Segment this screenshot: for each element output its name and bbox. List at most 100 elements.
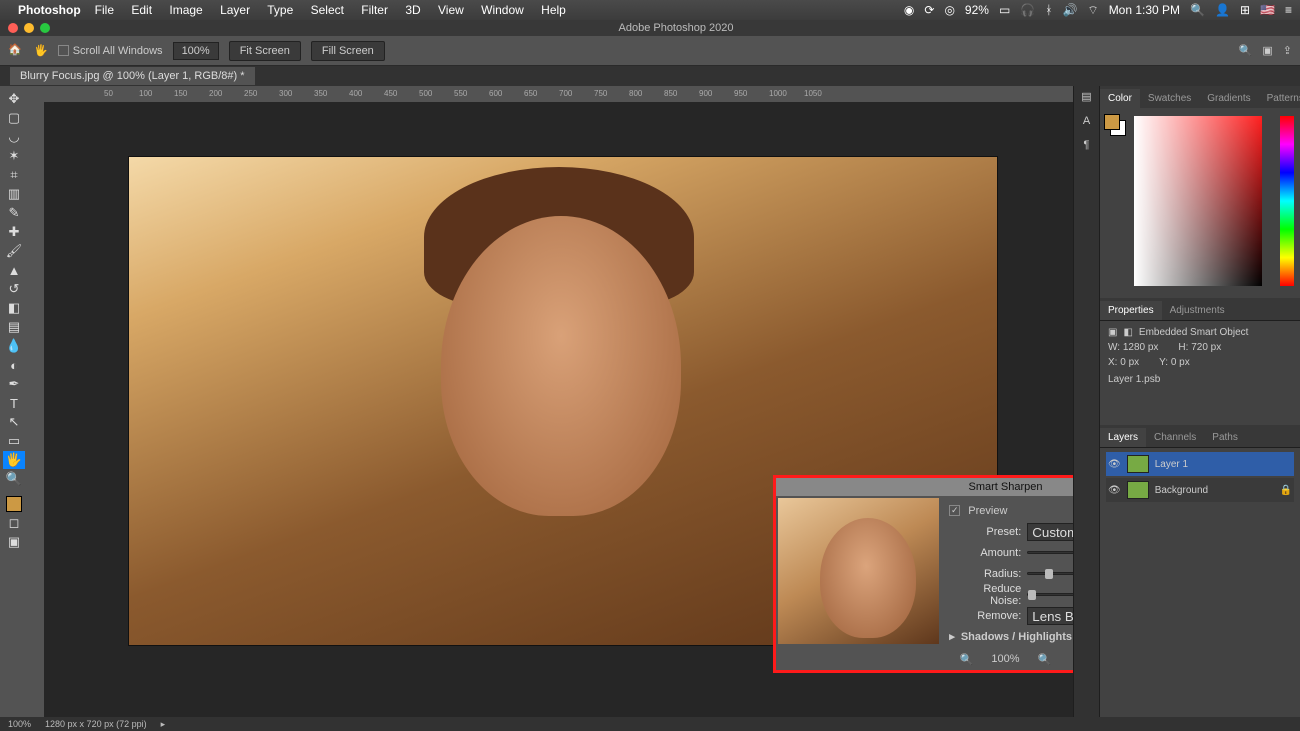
- color-field[interactable]: [1134, 116, 1262, 286]
- fit-screen-button[interactable]: Fit Screen: [229, 41, 301, 61]
- tab-swatches[interactable]: Swatches: [1140, 89, 1199, 108]
- frame-tool[interactable]: ▥: [3, 185, 25, 203]
- menu-layer[interactable]: Layer: [220, 3, 250, 17]
- preview-checkbox[interactable]: ✓: [949, 505, 960, 516]
- search-icon[interactable]: 🔍: [1239, 44, 1253, 57]
- prop-height: H: 720 px: [1178, 342, 1221, 353]
- tab-properties[interactable]: Properties: [1100, 301, 1162, 320]
- radius-label: Radius:: [949, 568, 1021, 580]
- preview-label: Preview: [968, 505, 1007, 517]
- share-icon[interactable]: ⇪: [1283, 44, 1292, 57]
- crop-tool[interactable]: ⌗: [3, 166, 25, 184]
- tab-gradients[interactable]: Gradients: [1199, 89, 1258, 108]
- brush-tool[interactable]: 🖌: [3, 242, 25, 260]
- home-button[interactable]: 🏠: [8, 43, 24, 59]
- history-brush-tool[interactable]: ↺: [3, 280, 25, 298]
- path-tool[interactable]: ↖: [3, 413, 25, 431]
- cc-icon[interactable]: ⊞: [1240, 3, 1250, 17]
- tab-adjustments[interactable]: Adjustments: [1162, 301, 1233, 320]
- status-zoom[interactable]: 100%: [8, 719, 31, 729]
- screen-mode-tool[interactable]: ▣: [3, 533, 25, 551]
- layer-row[interactable]: 👁 Background 🔒: [1106, 478, 1294, 502]
- dialog-preview[interactable]: [778, 498, 939, 644]
- notifications-icon[interactable]: ≡: [1285, 3, 1292, 17]
- gradient-tool[interactable]: ▤: [3, 318, 25, 336]
- radius-slider[interactable]: [1027, 572, 1073, 575]
- visibility-icon[interactable]: 👁: [1108, 459, 1121, 470]
- user-icon[interactable]: 👤: [1215, 3, 1230, 17]
- tab-channels[interactable]: Channels: [1146, 428, 1204, 447]
- menu-3d[interactable]: 3D: [405, 3, 420, 17]
- noise-slider[interactable]: [1027, 593, 1073, 596]
- stamp-tool[interactable]: ▲: [3, 261, 25, 279]
- zoom-tool[interactable]: 🔍: [3, 470, 25, 488]
- blur-tool[interactable]: 💧: [3, 337, 25, 355]
- color-panel[interactable]: [1100, 108, 1300, 298]
- minimize-window-button[interactable]: [24, 23, 34, 33]
- ruler-vertical: [28, 86, 44, 717]
- tab-patterns[interactable]: Patterns: [1259, 89, 1300, 108]
- heal-tool[interactable]: ✚: [3, 223, 25, 241]
- visibility-icon[interactable]: 👁: [1108, 485, 1121, 496]
- status-info[interactable]: 1280 px x 720 px (72 ppi): [45, 719, 147, 729]
- flag-icon: 🇺🇸: [1260, 3, 1275, 17]
- menu-type[interactable]: Type: [267, 3, 293, 17]
- quick-select-tool[interactable]: ✶: [3, 147, 25, 165]
- menu-file[interactable]: File: [95, 3, 114, 17]
- shadows-highlights-toggle[interactable]: ▸ Shadows / Highlights: [949, 630, 1073, 643]
- canvas-area[interactable]: 5010015020025030035040045050055060065070…: [28, 86, 1073, 717]
- window-titlebar: Adobe Photoshop 2020: [0, 20, 1300, 36]
- preset-label: Preset:: [949, 526, 1021, 538]
- layer-name[interactable]: Background: [1155, 485, 1208, 496]
- tab-color[interactable]: Color: [1100, 89, 1140, 108]
- menu-filter[interactable]: Filter: [361, 3, 388, 17]
- spotlight-icon[interactable]: 🔍: [1190, 3, 1205, 17]
- close-window-button[interactable]: [8, 23, 18, 33]
- document-tab[interactable]: Blurry Focus.jpg @ 100% (Layer 1, RGB/8#…: [10, 67, 255, 85]
- tab-paths[interactable]: Paths: [1204, 428, 1246, 447]
- menu-view[interactable]: View: [438, 3, 464, 17]
- dodge-tool[interactable]: ◐: [3, 356, 25, 374]
- marquee-tool[interactable]: ▢: [3, 109, 25, 127]
- pen-tool[interactable]: ✒: [3, 375, 25, 393]
- clock[interactable]: Mon 1:30 PM: [1109, 3, 1180, 17]
- eyedropper-tool[interactable]: ✎: [3, 204, 25, 222]
- workspace-icon[interactable]: ▣: [1262, 44, 1272, 57]
- history-panel-icon[interactable]: ▤: [1081, 90, 1091, 103]
- zoom-field[interactable]: 100%: [173, 42, 219, 60]
- dialog-titlebar[interactable]: Smart Sharpen: [776, 478, 1073, 496]
- amount-slider[interactable]: [1027, 551, 1073, 554]
- color-swatch-tool[interactable]: [3, 495, 25, 513]
- fill-screen-button[interactable]: Fill Screen: [311, 41, 385, 61]
- shape-tool[interactable]: ▭: [3, 432, 25, 450]
- layer-name[interactable]: Layer 1: [1155, 459, 1188, 470]
- move-tool[interactable]: ✥: [3, 90, 25, 108]
- fg-bg-swatches[interactable]: [1104, 114, 1126, 136]
- zoom-out-icon[interactable]: 🔍: [960, 653, 974, 666]
- menu-edit[interactable]: Edit: [131, 3, 152, 17]
- menu-help[interactable]: Help: [541, 3, 566, 17]
- scroll-all-checkbox[interactable]: Scroll All Windows: [58, 45, 163, 57]
- chevron-right-icon[interactable]: ▸: [161, 719, 166, 730]
- hand-tool[interactable]: 🖐: [3, 451, 25, 469]
- layer-row[interactable]: 👁 Layer 1: [1106, 452, 1294, 476]
- menu-window[interactable]: Window: [481, 3, 524, 17]
- options-bar: 🏠 🖐 Scroll All Windows 100% Fit Screen F…: [0, 36, 1300, 66]
- character-panel-icon[interactable]: A: [1083, 115, 1090, 127]
- preset-select[interactable]: Custom: [1027, 523, 1073, 541]
- quick-mask-tool[interactable]: ◻: [3, 514, 25, 532]
- lasso-tool[interactable]: ◡: [3, 128, 25, 146]
- tab-layers[interactable]: Layers: [1100, 428, 1146, 447]
- drive-icon: ◎: [944, 3, 954, 17]
- paragraph-panel-icon[interactable]: ¶: [1084, 139, 1090, 151]
- menu-select[interactable]: Select: [311, 3, 344, 17]
- hue-slider[interactable]: [1280, 116, 1294, 286]
- app-menu[interactable]: Photoshop: [18, 3, 81, 17]
- eraser-tool[interactable]: ◧: [3, 299, 25, 317]
- remove-select[interactable]: Lens Blur: [1027, 607, 1073, 625]
- type-tool[interactable]: T: [3, 394, 25, 412]
- maximize-window-button[interactable]: [40, 23, 50, 33]
- zoom-in-icon[interactable]: 🔍: [1038, 653, 1052, 666]
- properties-panel: ▣ ◧ Embedded Smart Object W: 1280 pxH: 7…: [1100, 320, 1300, 425]
- menu-image[interactable]: Image: [169, 3, 202, 17]
